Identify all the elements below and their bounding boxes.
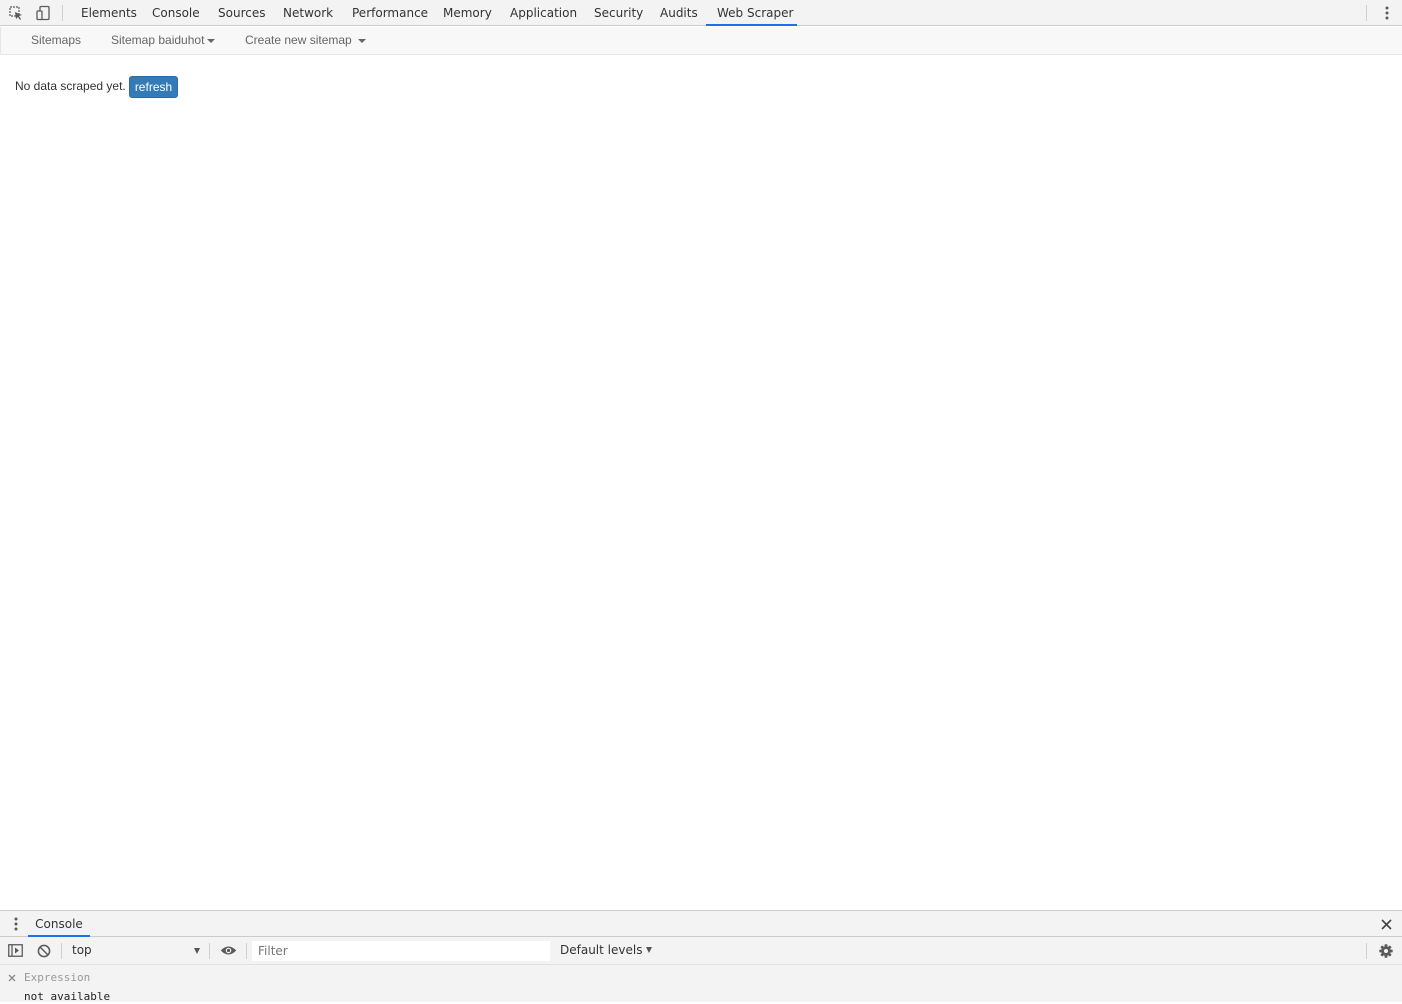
active-tab-indicator [706,24,797,26]
tab-web-scraper[interactable]: Web Scraper [717,0,793,26]
dropdown-arrow-icon [194,948,200,954]
clear-console-icon[interactable] [32,937,56,964]
toolbar-divider [246,943,247,959]
tab-sources[interactable]: Sources [218,0,265,26]
tab-application[interactable]: Application [510,0,577,26]
show-sidebar-icon[interactable] [3,937,27,964]
eye-icon[interactable] [216,937,240,964]
drawer-tab-bar: Console [0,910,1402,937]
gear-icon[interactable] [1376,937,1396,964]
drawer-tab-console[interactable]: Console [28,911,90,937]
more-vertical-icon[interactable] [1376,0,1398,26]
caret-down-icon [358,38,367,43]
console-toolbar: top Default levels [0,937,1402,965]
context-value: top [72,943,92,957]
scraper-navbar: Sitemaps Sitemap baiduhot Create new sit… [0,27,1402,55]
nav-create-sitemap-dropdown[interactable]: Create new sitemap [245,27,367,54]
tab-audits[interactable]: Audits [660,0,698,26]
log-levels-label: Default levels [560,943,643,957]
toolbar-divider [209,943,210,959]
toolbar-divider [1366,943,1367,959]
context-selector[interactable]: top [66,940,206,961]
tab-performance[interactable]: Performance [352,0,428,26]
nav-sitemaps[interactable]: Sitemaps [31,27,81,54]
no-data-message: No data scraped yet. [15,79,126,93]
filter-input[interactable] [252,941,550,961]
tab-memory[interactable]: Memory [443,0,492,26]
log-levels-dropdown[interactable]: Default levels [560,937,653,964]
device-toggle-icon[interactable] [30,0,56,26]
dropdown-arrow-icon [646,946,653,953]
element-picker-icon[interactable] [3,0,29,26]
devtools-tab-bar: Elements Console Sources Network Perform… [0,0,1402,26]
close-icon[interactable] [7,971,17,985]
console-body: Expression not available [0,965,1402,1003]
nav-create-label: Create new sitemap [245,33,352,47]
tab-console[interactable]: Console [152,0,200,26]
nav-sitemap-label: Sitemap baiduhot [111,33,205,47]
tab-elements[interactable]: Elements [81,0,137,26]
tab-network[interactable]: Network [283,0,333,26]
toolbar-divider [61,943,62,959]
caret-down-icon [207,38,216,43]
toolbar-divider [62,5,63,21]
refresh-button[interactable]: refresh [129,76,178,98]
toolbar-divider [1366,5,1367,21]
live-expression-input[interactable]: Expression [24,971,90,985]
nav-sitemap-dropdown[interactable]: Sitemap baiduhot [111,27,216,54]
tab-security[interactable]: Security [594,0,643,26]
close-drawer-icon[interactable] [1376,911,1396,937]
drawer-menu-icon[interactable] [6,911,26,937]
drawer-tab-label: Console [35,917,83,931]
